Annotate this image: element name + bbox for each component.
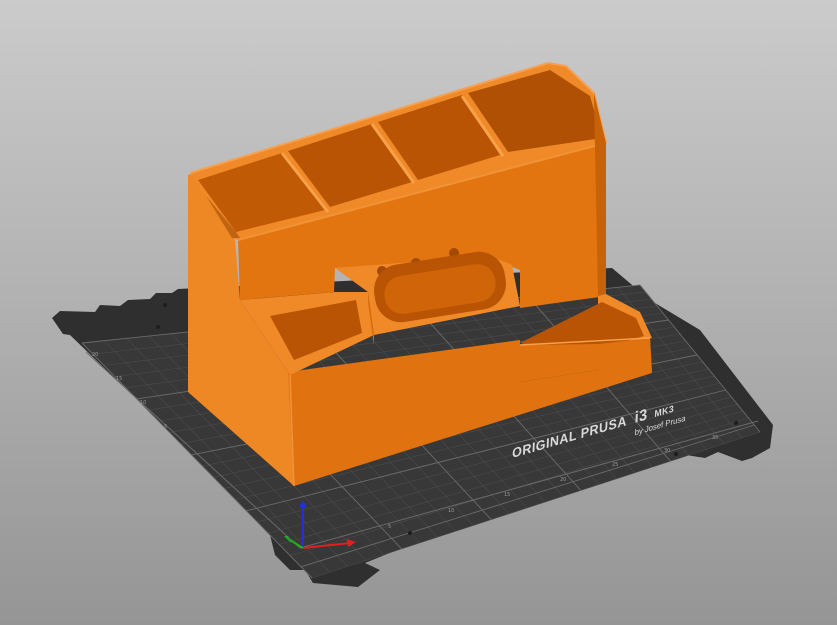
scene-canvas[interactable]: 5 10 15 20 25 30 35 20 15 10 5 ORIGINAL … <box>0 0 837 625</box>
bed-screw <box>156 325 160 329</box>
tick-label: 20 <box>560 477 566 483</box>
tick-label: 5 <box>388 524 391 530</box>
tick-label: 15 <box>116 376 122 382</box>
tick-label: 35 <box>712 435 718 441</box>
bed-screw <box>408 531 412 535</box>
tick-label: 10 <box>448 508 454 514</box>
bed-screw <box>734 421 738 425</box>
tick-label: 25 <box>612 462 618 468</box>
tick-label: 5 <box>164 424 167 430</box>
tick-label: 30 <box>664 448 670 454</box>
3d-viewport[interactable]: 5 10 15 20 25 30 35 20 15 10 5 ORIGINAL … <box>0 0 837 625</box>
tick-label: 20 <box>92 352 98 358</box>
bed-screw <box>674 452 678 456</box>
tick-label: 10 <box>140 400 146 406</box>
bed-screw <box>163 303 167 307</box>
tick-label: 15 <box>504 492 510 498</box>
